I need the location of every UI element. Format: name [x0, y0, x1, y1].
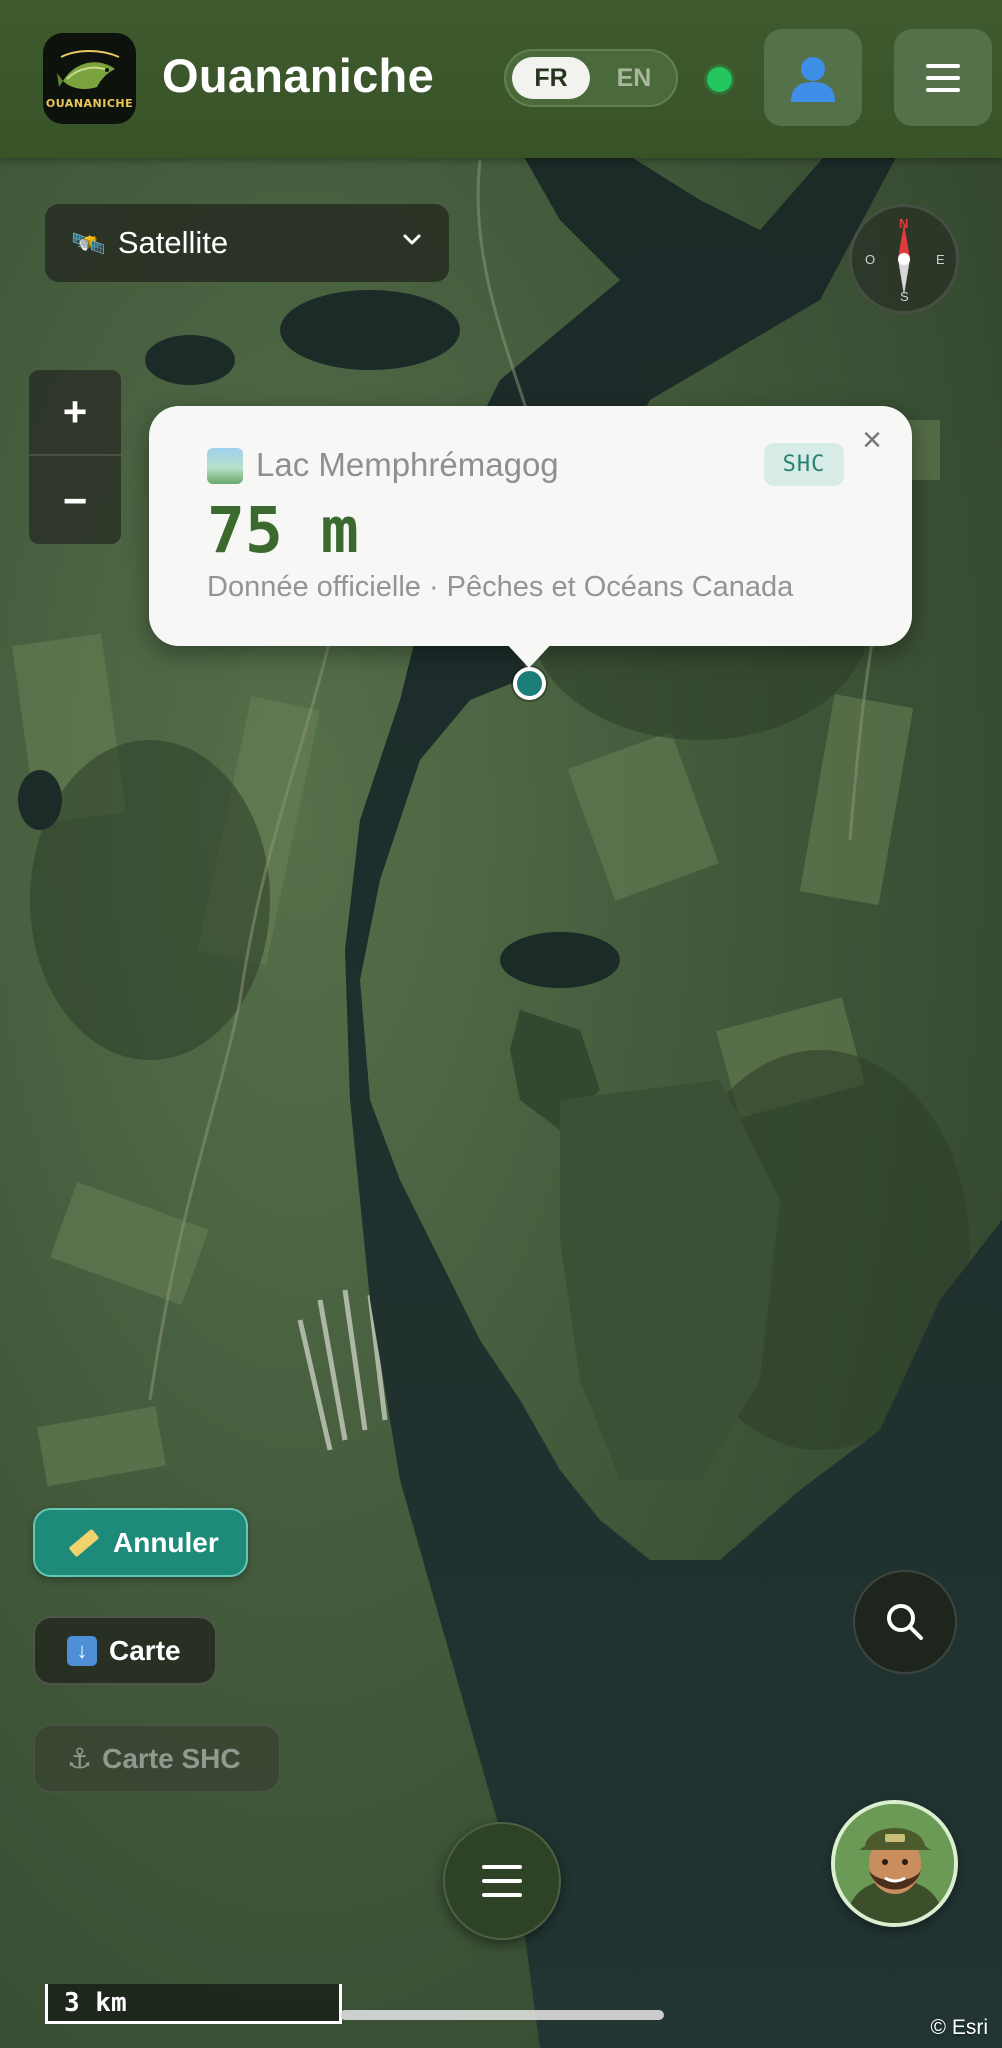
lake-icon [207, 448, 243, 484]
popup-pointer [503, 640, 555, 668]
compass-o: O [865, 252, 876, 267]
user-profile-button[interactable] [764, 29, 862, 126]
cancel-measure-button[interactable]: Annuler [33, 1508, 248, 1577]
shc-chart-button[interactable]: ⚓ Carte SHC [33, 1724, 281, 1793]
logo-text: OUANANICHE [45, 97, 134, 110]
search-icon [887, 1604, 923, 1640]
popup-lake-name: Lac Memphrémagog [256, 446, 559, 483]
depth-point-marker[interactable] [513, 667, 546, 700]
download-map-label: Carte [109, 1634, 181, 1666]
app-logo[interactable]: OUANANICHE [43, 33, 136, 124]
layer-select-value: Satellite [117, 225, 229, 260]
app-header: OUANANICHE Ouananiche FR EN [0, 0, 1002, 158]
compass-e: E [936, 252, 945, 267]
hamburger-icon [926, 63, 960, 92]
map-scale-bar: 3 km [45, 1984, 342, 2024]
home-indicator[interactable] [340, 2010, 664, 2020]
map-layer-select[interactable]: 🛰️ Satellite [45, 204, 449, 282]
connection-status-indicator [707, 67, 732, 92]
zoom-out-button[interactable]: − [29, 458, 121, 544]
popup-depth-value: 75 m [207, 494, 359, 567]
search-button[interactable] [853, 1570, 957, 1674]
compass-n: N [899, 216, 909, 231]
language-toggle[interactable]: FR EN [504, 49, 678, 107]
anchor-icon: ⚓ [67, 1743, 93, 1774]
compass-s: S [900, 289, 909, 304]
source-badge: SHC [764, 443, 844, 486]
zoom-in-button[interactable]: + [29, 370, 121, 456]
popup-source-text: Donnée officielle · Pêches et Océans Can… [207, 571, 794, 603]
lang-fr-option[interactable]: FR [512, 57, 590, 99]
chevron-down-icon [403, 234, 421, 245]
shc-chart-label: Carte SHC [102, 1742, 241, 1774]
bottom-menu-button[interactable] [443, 1822, 561, 1940]
zoom-controls: + − [29, 370, 121, 544]
download-map-button[interactable]: ↓ Carte [33, 1616, 217, 1685]
salmon-logo-icon [57, 50, 120, 89]
compass-button[interactable]: N S E O [849, 204, 959, 314]
fisherman-avatar-icon [835, 1804, 954, 1923]
lang-en-option[interactable]: EN [598, 57, 670, 99]
satellite-icon: 🛰️ [71, 227, 106, 259]
map-attribution[interactable]: © Esri [931, 2016, 988, 2040]
assistant-avatar-button[interactable] [831, 1800, 958, 1927]
ruler-icon [68, 1528, 100, 1557]
cancel-measure-label: Annuler [113, 1526, 219, 1558]
user-icon [791, 56, 835, 102]
depth-popup: × Lac Memphrémagog SHC 75 m Donnée offic… [149, 406, 912, 646]
hamburger-icon [482, 1865, 522, 1897]
close-icon[interactable]: × [854, 421, 890, 459]
download-arrow-icon: ↓ [67, 1635, 97, 1666]
main-menu-button[interactable] [894, 29, 992, 126]
app-title: Ouananiche [162, 49, 435, 102]
